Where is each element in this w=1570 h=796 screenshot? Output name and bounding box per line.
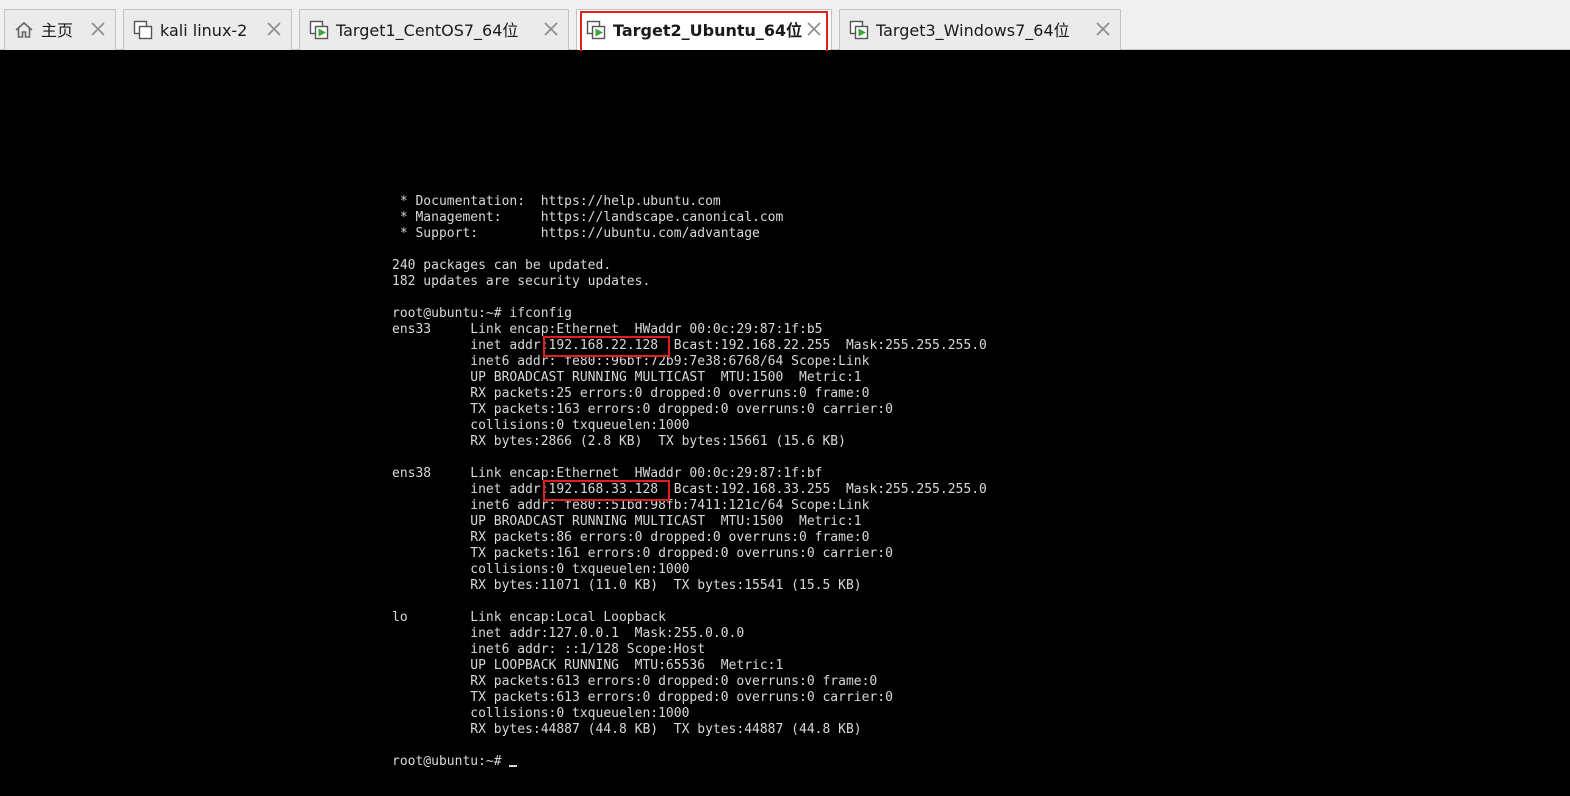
line-text: Bcast:192.168.22.255 Mask:255.255.255.0 [658, 338, 987, 353]
terminal-line: ens38 Link encap:Ethernet HWaddr 00:0c:2… [392, 466, 823, 481]
terminal-line: ens33 Link encap:Ethernet HWaddr 00:0c:2… [392, 322, 823, 337]
highlighted-ip-address: 192.168.33.128 [542, 480, 670, 501]
vm-tab-bar: 主页 kali linux-2 Target1_CentOS7_64位 Targ… [0, 0, 1570, 53]
terminal-line: collisions:0 txqueuelen:1000 [392, 562, 690, 577]
vm-running-icon [586, 20, 606, 40]
close-icon[interactable] [805, 20, 823, 38]
close-icon[interactable] [1094, 20, 1112, 38]
highlighted-ip-address: 192.168.22.128 [542, 336, 670, 357]
terminal-line: UP BROADCAST RUNNING MULTICAST MTU:1500 … [392, 514, 862, 529]
terminal-line: collisions:0 txqueuelen:1000 [392, 418, 690, 433]
terminal-line: TX packets:161 errors:0 dropped:0 overru… [392, 546, 893, 561]
tab-target1-centos7[interactable]: Target1_CentOS7_64位 [299, 9, 569, 50]
terminal-line: RX packets:613 errors:0 dropped:0 overru… [392, 674, 878, 689]
terminal-line: inet6 addr: ::1/128 Scope:Host [392, 642, 706, 657]
terminal-line: TX packets:163 errors:0 dropped:0 overru… [392, 402, 893, 417]
tab-home[interactable]: 主页 [4, 9, 116, 50]
terminal-line: inet addr:192.168.22.128 Bcast:192.168.2… [392, 336, 987, 357]
terminal-line: inet6 addr: fe80::51bd:98fb:7411:121c/64… [392, 498, 870, 513]
terminal-line: lo Link encap:Local Loopback [392, 610, 666, 625]
vm-running-icon [309, 20, 329, 40]
vm-running-icon [849, 20, 869, 40]
terminal-line: root@ubuntu:~# ifconfig [392, 306, 573, 321]
close-icon[interactable] [89, 20, 107, 38]
line-text: inet addr: [392, 338, 549, 353]
terminal-line: inet addr:192.168.33.128 Bcast:192.168.3… [392, 480, 987, 501]
terminal-output: * Documentation: https://help.ubuntu.com… [392, 194, 987, 770]
terminal-line: TX packets:613 errors:0 dropped:0 overru… [392, 690, 893, 705]
vm-console[interactable]: * Documentation: https://help.ubuntu.com… [0, 51, 1570, 796]
tab-label: Target3_Windows7_64位 [876, 21, 1070, 40]
tab-label: kali linux-2 [160, 21, 248, 40]
terminal-line: UP BROADCAST RUNNING MULTICAST MTU:1500 … [392, 370, 862, 385]
line-text: inet addr: [392, 482, 549, 497]
terminal-line: inet addr:127.0.0.1 Mask:255.0.0.0 [392, 626, 745, 641]
terminal-line: RX bytes:44887 (44.8 KB) TX bytes:44887 … [392, 722, 862, 737]
close-icon[interactable] [265, 20, 283, 38]
terminal-line: inet6 addr: fe80::96bf:72b9:7e38:6768/64… [392, 354, 870, 369]
terminal-line: RX packets:25 errors:0 dropped:0 overrun… [392, 386, 870, 401]
terminal-line: * Management: https://landscape.canonica… [392, 210, 784, 225]
terminal-line: * Documentation: https://help.ubuntu.com [392, 194, 721, 209]
terminal-line: UP LOOPBACK RUNNING MTU:65536 Metric:1 [392, 658, 784, 673]
tab-label: Target2_Ubuntu_64位 [613, 21, 803, 40]
terminal-line: RX bytes:2866 (2.8 KB) TX bytes:15661 (1… [392, 434, 846, 449]
tab-kali-linux-2[interactable]: kali linux-2 [123, 9, 292, 50]
tab-target2-ubuntu[interactable]: Target2_Ubuntu_64位 [576, 9, 832, 50]
terminal-line: RX bytes:11071 (11.0 KB) TX bytes:15541 … [392, 578, 862, 593]
home-icon [14, 20, 34, 40]
terminal-line: 240 packages can be updated. [392, 258, 612, 273]
tab-target3-windows7[interactable]: Target3_Windows7_64位 [839, 9, 1121, 50]
terminal-line: RX packets:86 errors:0 dropped:0 overrun… [392, 530, 870, 545]
terminal-line: collisions:0 txqueuelen:1000 [392, 706, 690, 721]
tab-label: Target1_CentOS7_64位 [336, 21, 519, 40]
terminal-line: 182 updates are security updates. [392, 274, 651, 289]
close-icon[interactable] [542, 20, 560, 38]
terminal-line: * Support: https://ubuntu.com/advantage [392, 226, 760, 241]
terminal-cursor [509, 765, 518, 767]
vm-stack-icon [133, 20, 153, 40]
tab-label: 主页 [41, 21, 74, 40]
line-text: Bcast:192.168.33.255 Mask:255.255.255.0 [658, 482, 987, 497]
terminal-line: root@ubuntu:~# [392, 754, 987, 770]
